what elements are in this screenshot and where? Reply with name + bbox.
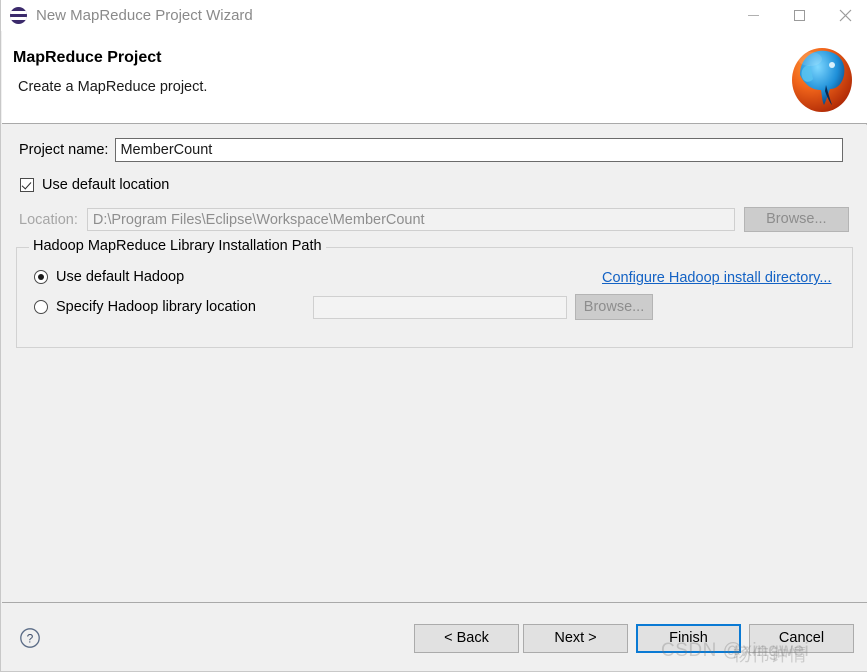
page-subtitle: Create a MapReduce project. [18, 79, 208, 95]
back-button[interactable]: < Back [414, 624, 519, 653]
cancel-button[interactable]: Cancel [749, 624, 854, 653]
wizard-body: Project name: Use default location Locat… [2, 125, 867, 603]
use-default-hadoop-row[interactable]: Use default Hadoop [34, 269, 184, 285]
window-controls [730, 0, 867, 31]
svg-text:?: ? [27, 632, 34, 646]
use-default-location-checkbox[interactable] [20, 178, 34, 192]
footer-button-bar: < Back Next > Finish Cancel [414, 624, 858, 653]
help-icon[interactable]: ? [19, 627, 41, 649]
window-title: New MapReduce Project Wizard [36, 7, 253, 24]
hadoop-library-group: Hadoop MapReduce Library Installation Pa… [16, 238, 853, 348]
hadoop-elephant-logo [780, 35, 860, 119]
minimize-icon[interactable] [730, 0, 776, 31]
location-input [86, 208, 735, 231]
eclipse-wizard-icon [10, 7, 27, 24]
use-default-hadoop-radio[interactable] [34, 270, 48, 284]
wizard-header: MapReduce Project Create a MapReduce pro… [2, 31, 867, 124]
specify-hadoop-library-row[interactable]: Specify Hadoop library location [34, 299, 256, 315]
specify-hadoop-library-label: Specify Hadoop library location [56, 299, 256, 315]
use-default-location-row[interactable]: Use default location [20, 177, 169, 193]
finish-button[interactable]: Finish [636, 624, 741, 653]
project-name-row: Project name: [19, 138, 844, 162]
hadoop-library-group-title: Hadoop MapReduce Library Installation Pa… [29, 238, 326, 254]
project-name-label: Project name: [19, 142, 109, 158]
specify-hadoop-library-radio[interactable] [34, 300, 48, 314]
use-default-location-label: Use default location [42, 177, 170, 193]
hadoop-library-location-input [313, 296, 567, 319]
wizard-footer: ? < Back Next > Finish Cancel [2, 603, 867, 671]
use-default-hadoop-label: Use default Hadoop [56, 269, 185, 285]
hadoop-library-browse-button: Browse... [575, 294, 653, 320]
close-icon[interactable] [822, 0, 867, 31]
title-bar: New MapReduce Project Wizard [1, 0, 867, 31]
next-button[interactable]: Next > [523, 624, 628, 653]
page-title: MapReduce Project [13, 49, 162, 66]
location-label: Location: [19, 211, 78, 228]
configure-hadoop-install-directory-link[interactable]: Configure Hadoop install directory... [602, 270, 831, 286]
location-row: Location: Browse... [19, 207, 849, 232]
header-separator [2, 123, 867, 124]
location-browse-button: Browse... [743, 207, 849, 232]
project-name-input[interactable] [115, 138, 844, 162]
wizard-dialog: New MapReduce Project Wizard MapReduce P… [0, 0, 867, 672]
maximize-icon[interactable] [776, 0, 822, 31]
